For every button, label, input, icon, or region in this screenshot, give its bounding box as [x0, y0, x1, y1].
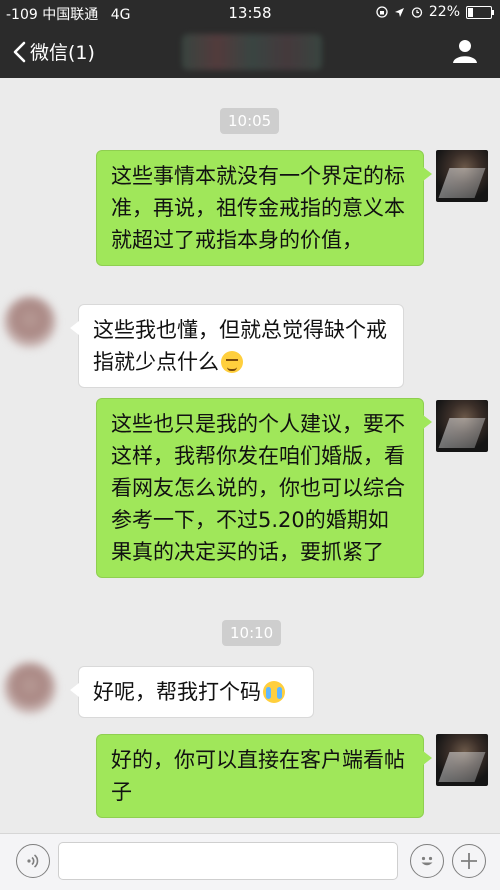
voice-icon [27, 854, 39, 868]
chevron-left-icon [13, 41, 26, 62]
location-arrow-icon [394, 7, 404, 17]
input-bar [0, 833, 500, 890]
plus-icon [461, 853, 477, 869]
message-text: 好呢，帮我打个码 [93, 680, 261, 704]
my-avatar[interactable] [436, 150, 488, 202]
orientation-lock-icon [376, 6, 388, 18]
smiley-icon [421, 856, 433, 866]
my-avatar[interactable] [436, 734, 488, 786]
message-text: 好的，你可以直接在客户端看帖子 [111, 748, 405, 804]
battery-percent: 22% [428, 4, 460, 20]
crying-face-emoji-icon [263, 681, 285, 703]
timestamp: 10:05 [220, 108, 280, 134]
timestamp: 10:10 [222, 620, 282, 646]
person-icon[interactable] [452, 38, 478, 64]
message-text: 这些事情本就没有一个界定的标准，再说，祖传金戒指的意义本就超过了戒指本身的价值， [111, 164, 405, 252]
chat-title-blurred [182, 34, 322, 70]
contact-avatar[interactable] [4, 662, 56, 714]
contact-avatar[interactable] [4, 296, 56, 348]
message-text: 这些也只是我的个人建议，要不这样，我帮你发在咱们婚版，看看网友怎么说的，你也可以… [111, 412, 405, 564]
my-avatar[interactable] [436, 400, 488, 452]
alarm-icon [411, 7, 423, 18]
status-bar: -109 中国联通 4G 13:58 22% [0, 0, 500, 26]
message-bubble-sent[interactable]: 这些事情本就没有一个界定的标准，再说，祖传金戒指的意义本就超过了戒指本身的价值， [96, 150, 432, 266]
chat-area[interactable]: 10:05 这些事情本就没有一个界定的标准，再说，祖传金戒指的意义本就超过了戒指… [0, 78, 500, 833]
plus-button[interactable] [452, 844, 486, 878]
emoji-button[interactable] [410, 844, 444, 878]
status-right: 22% [376, 4, 494, 20]
voice-button[interactable] [16, 844, 50, 878]
battery-icon [466, 5, 494, 19]
message-bubble-received[interactable]: 这些我也懂，但就总觉得缺个戒指就少点什么 [70, 304, 404, 388]
message-bubble-sent[interactable]: 这些也只是我的个人建议，要不这样，我帮你发在咱们婚版，看看网友怎么说的，你也可以… [96, 398, 432, 578]
message-bubble-received[interactable]: 好呢，帮我打个码 [70, 666, 314, 718]
back-button[interactable]: 微信(1) [12, 38, 95, 65]
sad-face-emoji-icon [221, 351, 243, 373]
message-bubble-sent[interactable]: 好的，你可以直接在客户端看帖子 [96, 734, 432, 818]
message-input[interactable] [58, 842, 398, 880]
battery-fill [468, 7, 473, 17]
nav-bar: 微信(1) [0, 26, 500, 78]
back-label: 微信(1) [30, 42, 95, 64]
